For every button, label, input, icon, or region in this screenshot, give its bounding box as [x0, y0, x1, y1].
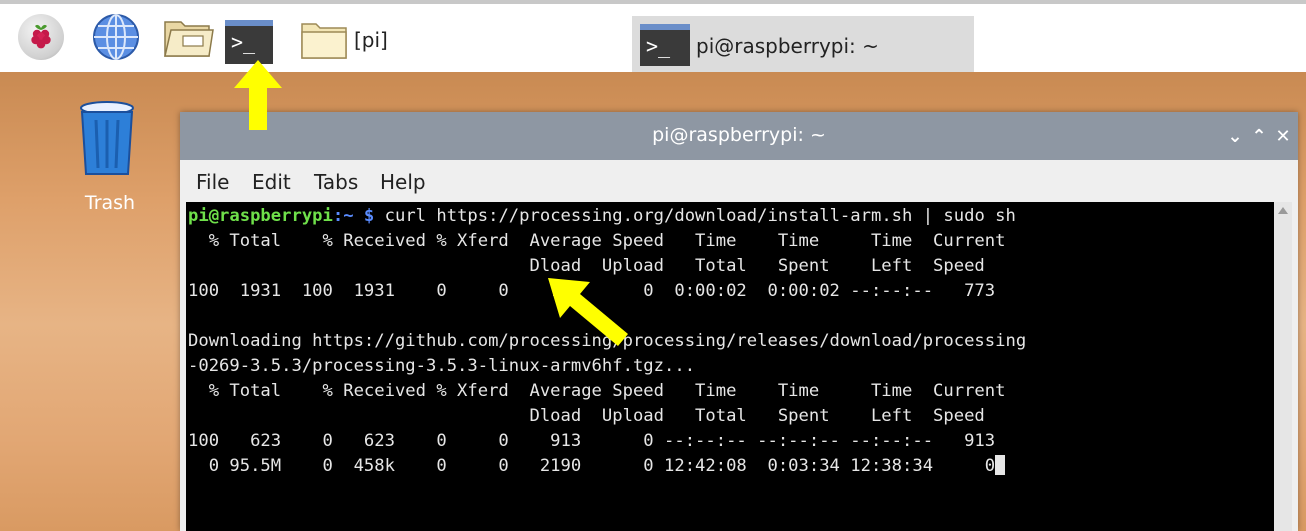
- window-titlebar[interactable]: pi@raspberrypi: ~ ⌄ ⌃ ✕: [180, 112, 1298, 160]
- output-line: -0269-3.5.3/processing-3.5.3-linux-armv6…: [188, 356, 696, 376]
- taskbar-item-file-manager[interactable]: [pi]: [296, 16, 596, 66]
- menu-help[interactable]: Help: [380, 170, 426, 194]
- prompt-symbol: $: [353, 206, 375, 226]
- command-text: curl https://processing.org/download/ins…: [374, 206, 1016, 226]
- text-cursor: [995, 455, 1006, 475]
- menu-edit[interactable]: Edit: [252, 170, 291, 194]
- raspberry-menu-icon[interactable]: [18, 14, 64, 60]
- terminal-prompt-glyph: >_: [231, 30, 256, 54]
- scroll-up-arrow-icon[interactable]: [1277, 202, 1289, 222]
- trash-label: Trash: [84, 192, 136, 214]
- yellow-arrow-up-icon: [234, 60, 282, 130]
- menubar: File Edit Tabs Help: [180, 160, 1298, 202]
- minimize-button[interactable]: ⌄: [1224, 126, 1246, 148]
- terminal-output[interactable]: pi@raspberrypi:~ $ curl https://processi…: [186, 202, 1274, 531]
- menu-tabs[interactable]: Tabs: [314, 170, 358, 194]
- folder-icon: [301, 23, 347, 59]
- file-manager-icon[interactable]: [163, 16, 215, 60]
- trash-desktop-icon[interactable]: Trash: [70, 88, 150, 214]
- terminal-prompt-glyph: >_: [646, 34, 671, 58]
- terminal-scrollbar[interactable]: [1274, 202, 1292, 531]
- terminal-icon: >_: [640, 24, 690, 66]
- menu-file[interactable]: File: [196, 170, 229, 194]
- output-line: Dload Upload Total Spent Left Speed: [188, 406, 985, 426]
- maximize-button[interactable]: ⌃: [1248, 126, 1270, 148]
- output-line: % Total % Received % Xferd Average Speed…: [188, 381, 1006, 401]
- prompt-user: pi@raspberrypi: [188, 206, 333, 226]
- web-browser-icon[interactable]: [92, 13, 140, 61]
- taskbar-item-label: [pi]: [354, 28, 388, 52]
- close-button[interactable]: ✕: [1272, 126, 1294, 148]
- taskbar-item-terminal[interactable]: >_ pi@raspberrypi: ~: [632, 16, 974, 74]
- yellow-arrow-diagonal-icon: [548, 278, 628, 346]
- prompt-path: :~: [332, 206, 354, 226]
- output-line: 0 95.5M 0 458k 0 0 2190 0 12:42:08 0:03:…: [188, 456, 996, 476]
- output-line-last: 0 95.5M 0 458k 0 0 2190 0 12:42:08 0:03:…: [188, 454, 1006, 479]
- output-line: 100 623 0 623 0 0 913 0 --:--:-- --:--:-…: [188, 431, 996, 451]
- window-title: pi@raspberrypi: ~: [652, 124, 826, 146]
- output-line: % Total % Received % Xferd Average Speed…: [188, 231, 1006, 251]
- trash-icon: [80, 101, 134, 175]
- terminal-window: pi@raspberrypi: ~ ⌄ ⌃ ✕ File Edit Tabs H…: [180, 112, 1298, 531]
- taskbar: >_ [pi] >_ pi@raspberrypi: ~: [0, 0, 1306, 74]
- taskbar-item-label: pi@raspberrypi: ~: [696, 34, 879, 58]
- command-line: pi@raspberrypi:~ $ curl https://processi…: [188, 204, 1016, 229]
